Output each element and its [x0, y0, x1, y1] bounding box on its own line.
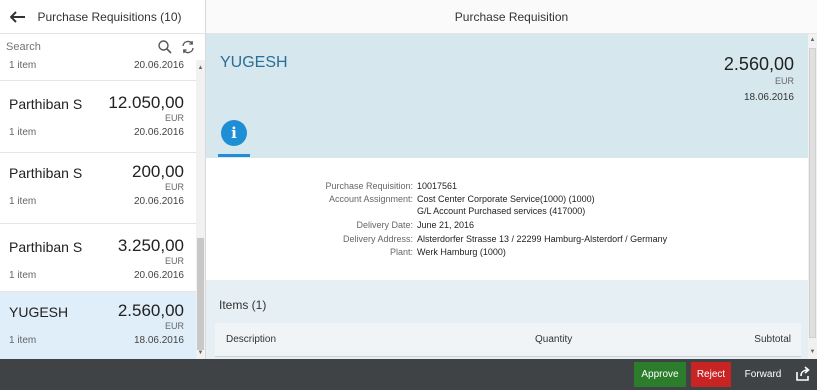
item-count: 1 item — [9, 270, 37, 281]
form-value: Werk Hamburg (1000) — [417, 247, 506, 257]
form-label: Account Assignment: — [328, 194, 413, 204]
object-currency: EUR — [774, 76, 794, 86]
item-date: 20.06.2016 — [133, 60, 184, 71]
items-table-header: Description Quantity Subtotal — [215, 323, 801, 357]
form-value: Alsterdorfer Strasse 13 / 22299 Hamburg-… — [417, 234, 668, 244]
object-title: YUGESH — [220, 54, 288, 71]
detail-scrollbar[interactable]: ▲ ▼ — [808, 34, 817, 359]
item-currency: EUR — [164, 113, 184, 123]
item-amount: 3.250,00 — [117, 236, 184, 255]
item-date: 18.06.2016 — [133, 335, 184, 346]
reject-button[interactable]: Reject — [691, 362, 731, 387]
master-scrollbar[interactable]: ▲ ▼ — [196, 60, 205, 359]
refresh-icon[interactable] — [180, 39, 196, 55]
item-date: 20.06.2016 — [133, 127, 184, 138]
info-form: Purchase Requisition: 10017561 Account A… — [206, 158, 808, 280]
column-quantity: Quantity — [535, 334, 573, 345]
share-icon[interactable] — [795, 366, 811, 382]
scrollbar-thumb[interactable] — [197, 238, 204, 350]
footer-toolbar: Approve Reject Forward — [0, 359, 817, 390]
requester-name: Parthiban S — [9, 165, 83, 181]
detail-panel: Purchase Requisition YUGESH 2.560,00 EUR… — [206, 0, 817, 359]
item-amount: 2.560,00 — [117, 301, 184, 320]
form-value: G/L Account Purchased services (417000) — [417, 206, 586, 216]
requester-name: YUGESH — [9, 304, 69, 320]
form-label: Delivery Address: — [342, 234, 413, 244]
list-item[interactable]: 1 item 20.06.2016 — [0, 58, 196, 81]
item-count: 1 item — [9, 196, 37, 207]
column-description: Description — [226, 334, 277, 345]
master-title: Purchase Requisitions (10) — [37, 9, 182, 24]
master-list-panel: Purchase Requisitions (10) 1 item 20.06.… — [0, 0, 206, 359]
object-header: YUGESH 2.560,00 EUR 18.06.2016 i — [206, 34, 808, 158]
back-button[interactable] — [0, 0, 36, 34]
scrollbar-thumb[interactable] — [809, 48, 816, 338]
form-label: Purchase Requisition: — [325, 181, 413, 191]
object-amount: 2.560,00 — [723, 54, 794, 74]
info-icon[interactable]: i — [221, 120, 247, 146]
items-title: Items (1) — [219, 298, 267, 312]
form-value: June 21, 2016 — [417, 220, 475, 230]
item-currency: EUR — [164, 182, 184, 192]
tab-indicator — [218, 154, 250, 157]
form-value: Cost Center Corporate Service(1000) (100… — [417, 194, 595, 204]
requisition-list: 1 item 20.06.2016 Parthiban S 12.050,00 … — [0, 58, 196, 359]
form-label: Plant: — [389, 247, 413, 257]
requester-name: Parthiban S — [9, 239, 83, 255]
search-icon[interactable] — [157, 39, 173, 55]
object-date: 18.06.2016 — [743, 92, 794, 103]
approve-button[interactable]: Approve — [634, 362, 686, 387]
search-input[interactable] — [6, 38, 146, 56]
form-label: Delivery Date: — [356, 220, 413, 230]
requester-name: Parthiban S — [9, 96, 83, 112]
item-currency: EUR — [164, 321, 184, 331]
scroll-up-icon[interactable]: ▲ — [808, 36, 817, 45]
item-date: 20.06.2016 — [133, 270, 184, 281]
item-count: 1 item — [9, 60, 37, 71]
list-item[interactable]: Parthiban S 3.250,00 EUR 1 item 20.06.20… — [0, 224, 196, 292]
scroll-up-icon[interactable]: ▲ — [196, 64, 205, 73]
column-subtotal: Subtotal — [754, 334, 791, 345]
list-item[interactable]: Parthiban S 200,00 EUR 1 item 20.06.2016 — [0, 153, 196, 224]
scroll-down-icon[interactable]: ▼ — [808, 348, 817, 357]
forward-button[interactable]: Forward — [739, 362, 787, 387]
item-count: 1 item — [9, 127, 37, 138]
item-amount: 12.050,00 — [108, 93, 184, 112]
list-item-selected[interactable]: YUGESH 2.560,00 EUR 1 item 18.06.2016 — [0, 292, 196, 359]
list-item[interactable]: Parthiban S 12.050,00 EUR 1 item 20.06.2… — [0, 81, 196, 153]
item-count: 1 item — [9, 335, 37, 346]
master-header: Purchase Requisitions (10) — [0, 0, 205, 34]
items-section: Items (1) Description Quantity Subtotal — [206, 280, 808, 359]
detail-title: Purchase Requisition — [206, 0, 817, 34]
item-date: 20.06.2016 — [133, 196, 184, 207]
item-currency: EUR — [164, 256, 184, 266]
item-amount: 200,00 — [132, 162, 184, 181]
search-bar — [0, 34, 205, 60]
scroll-down-icon[interactable]: ▼ — [196, 349, 205, 358]
form-value: 10017561 — [417, 181, 458, 191]
arrow-left-icon — [10, 10, 25, 23]
